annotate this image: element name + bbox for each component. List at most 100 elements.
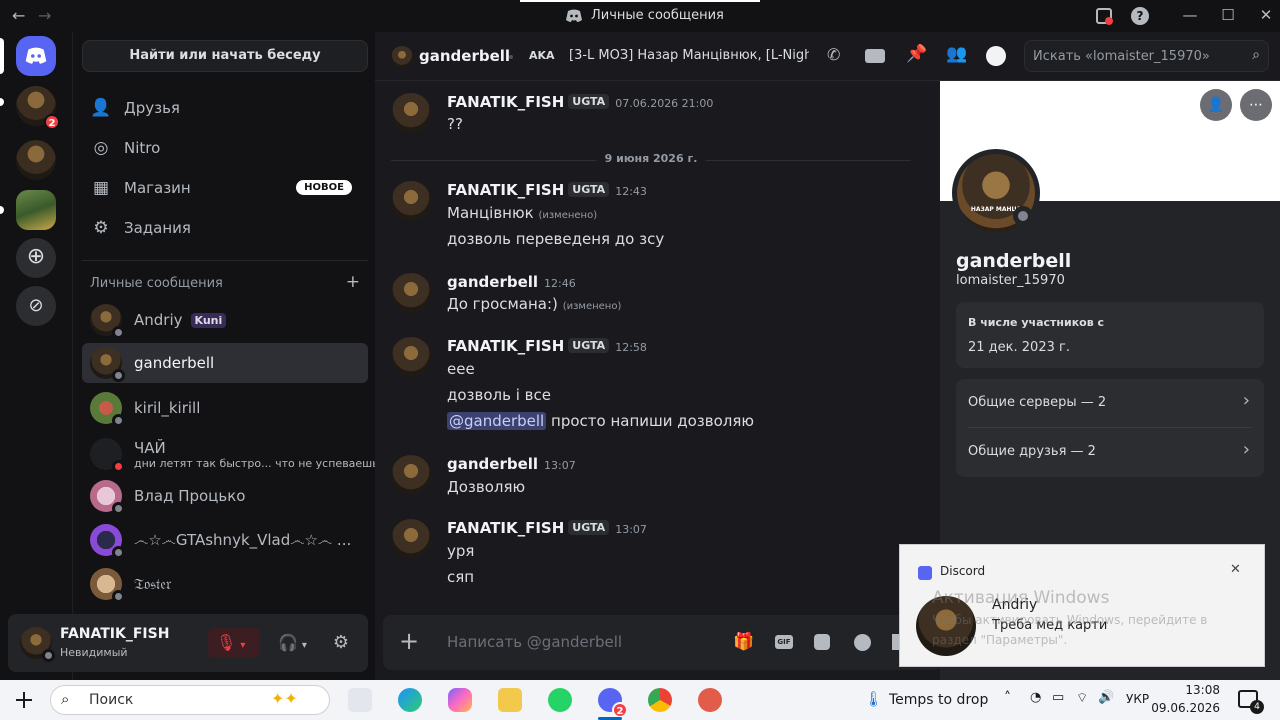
close-icon[interactable]: ✕ (1230, 562, 1241, 577)
author-name[interactable]: FANATIK_FISH (447, 181, 564, 199)
dm-name: ෴☆෴GTAshnyk_Vlad෴☆෴ ... (134, 531, 352, 549)
clock-date[interactable]: 09.06.2026 (1140, 701, 1220, 715)
windows-start-icon[interactable] (16, 692, 32, 708)
dm-name: ЧАЙ (134, 438, 166, 457)
dm-item[interactable]: kiril_kirill (82, 388, 368, 428)
inbox-icon[interactable] (1096, 8, 1113, 25)
battery-icon[interactable]: ▭ (1052, 690, 1064, 705)
avatar (90, 347, 125, 382)
server-icon[interactable] (16, 140, 56, 180)
message-avatar[interactable] (391, 93, 431, 133)
taskbar-search[interactable]: ⌕ Поиск ✦✦ (50, 685, 330, 715)
sticker-icon[interactable] (814, 634, 830, 650)
emoji-icon[interactable] (854, 634, 871, 651)
notification-icon[interactable]: 4 (1238, 690, 1264, 714)
author-name[interactable]: ganderbell (447, 455, 538, 473)
notification-toast[interactable]: Discord ✕ Andriy Треба мед карти Активац… (900, 545, 1264, 666)
unread-pill (0, 98, 4, 106)
activation-watermark-title: Активация Windows (932, 588, 1110, 608)
discover-icon[interactable]: ⊘ (16, 286, 56, 326)
member-since-card: В числе участников с 21 дек. 2023 г. (956, 302, 1264, 368)
find-conversation-button[interactable]: Найти или начать беседу (82, 40, 368, 72)
member-since-date: 21 дек. 2023 г. (968, 340, 1070, 355)
gif-icon[interactable]: GIF (775, 635, 793, 649)
aka-names[interactable]: [3-L МОЗ] Назар Манцівнюк, [L-Nigh... (569, 48, 809, 63)
video-call-icon[interactable] (865, 49, 885, 63)
file-explorer-icon[interactable] (498, 688, 522, 712)
search-box[interactable]: Искать «lomaister_15970» ⌕ (1024, 40, 1269, 72)
help-icon[interactable]: ? (1131, 7, 1149, 25)
gift-icon[interactable]: 🎁 (733, 632, 754, 652)
message-text-content: До гросмана:) (447, 295, 558, 313)
apps-icon[interactable] (892, 634, 900, 650)
author-name[interactable]: FANATIK_FISH (447, 519, 564, 537)
nav-shop[interactable]: ▦ Магазин НОВОЕ (82, 170, 368, 206)
dm-header-label: Личные сообщения (90, 276, 223, 291)
whatsapp-icon[interactable] (548, 688, 572, 712)
dm-item-active[interactable]: ganderbell (82, 343, 368, 383)
message-avatar[interactable] (391, 519, 431, 559)
profile-avatar[interactable]: НАЗАР МАНЦЕ (952, 149, 1040, 237)
clock-time[interactable]: 13:08 (1160, 683, 1220, 697)
back-button[interactable]: ← (12, 6, 25, 25)
message-avatar[interactable] (391, 337, 431, 377)
mutual-friends-row[interactable]: Общие друзья — 2 › (956, 428, 1264, 476)
settings-gear-icon[interactable]: ⚙ (326, 628, 356, 658)
nav-nitro[interactable]: ◎ Nitro (82, 130, 368, 166)
server-icon[interactable] (16, 190, 56, 230)
message-avatar[interactable] (391, 455, 431, 495)
dm-item[interactable]: ෴☆෴GTAshnyk_Vlad෴☆෴ ... (82, 520, 368, 560)
server-icon[interactable]: 2 (16, 86, 60, 130)
voice-call-icon[interactable]: ✆ (827, 45, 840, 64)
discord-taskbar-icon[interactable]: 2 (598, 688, 628, 718)
nav-quests[interactable]: ⚙ Задания (82, 210, 368, 246)
chevron-up-icon[interactable]: ˄ (1004, 690, 1011, 706)
user-mention[interactable]: @ganderbell (447, 412, 547, 430)
pin-icon[interactable]: 📌 (906, 44, 927, 64)
create-dm-button[interactable]: + (346, 274, 360, 291)
nav-label: Друзья (124, 99, 180, 117)
copilot-icon[interactable] (448, 688, 472, 712)
chevron-right-icon: › (1242, 390, 1250, 411)
add-friends-icon[interactable]: 👥 (946, 44, 967, 64)
chrome-icon[interactable] (648, 688, 672, 712)
message-input[interactable]: Написать @ganderbell (447, 633, 622, 651)
dm-item[interactable]: 𝔗𝔬𝔰𝔱𝔢𝔯 (82, 564, 368, 604)
dm-item[interactable]: ЧАЙ дни летят так быстро... что не успева… (82, 432, 389, 476)
dm-item[interactable]: Влад Процько (82, 476, 368, 516)
author-name[interactable]: ganderbell (447, 273, 538, 291)
deafen-button[interactable]: 🎧 ▾ (270, 628, 316, 658)
more-options-icon[interactable]: ⋯ (1240, 89, 1272, 121)
dm-status-text: дни летят так быстро... что не успеваешь… (134, 456, 390, 470)
nav-friends[interactable]: 👤 Друзья (82, 90, 368, 126)
close-button[interactable]: ✕ (1255, 6, 1277, 24)
dm-item[interactable]: Andriy Kuni (82, 300, 368, 340)
home-button[interactable] (16, 36, 56, 76)
date-divider: 9 июня 2026 г. (391, 152, 911, 165)
edge-icon[interactable] (398, 688, 422, 712)
attach-plus-icon[interactable]: + (399, 628, 419, 654)
task-view-icon[interactable] (348, 688, 372, 712)
mutual-servers-row[interactable]: Общие серверы — 2 › (956, 379, 1264, 427)
avatar (90, 392, 125, 427)
app-icon[interactable] (698, 688, 722, 712)
message-avatar[interactable] (391, 181, 431, 221)
message-text: До гросмана:) (изменено) (447, 295, 621, 313)
author-name[interactable]: FANATIK_FISH (447, 337, 564, 355)
weather-label[interactable]: Temps to drop (889, 692, 988, 708)
user-profile-icon[interactable] (986, 46, 1006, 66)
mute-button[interactable]: 🎙 ▾ (208, 628, 260, 658)
author-name[interactable]: FANATIK_FISH (447, 93, 564, 111)
network-icon[interactable]: ◔ (1030, 690, 1041, 705)
volume-icon[interactable]: 🔊 (1098, 690, 1114, 705)
add-server-button[interactable]: ⊕ (16, 238, 56, 278)
maximize-button[interactable]: ☐ (1217, 6, 1239, 24)
user-avatar[interactable] (20, 627, 55, 662)
header-name[interactable]: ganderbell (419, 47, 510, 65)
add-friend-icon[interactable]: 👤 (1200, 89, 1232, 121)
minimize-button[interactable]: — (1179, 6, 1201, 24)
user-status: Невидимый (60, 646, 128, 659)
message-avatar[interactable] (391, 273, 431, 313)
wifi-icon[interactable]: ⌔ (1076, 690, 1088, 706)
forward-button[interactable]: → (38, 6, 51, 25)
